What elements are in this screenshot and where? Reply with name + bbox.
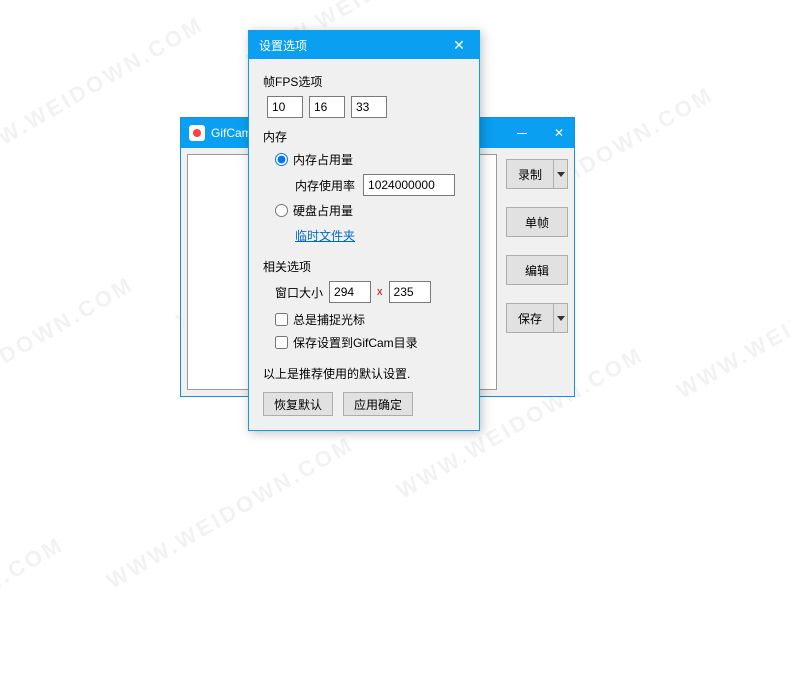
save-button[interactable]: 保存 xyxy=(506,303,568,333)
capture-cursor-row[interactable]: 总是捕捉光标 xyxy=(275,311,465,328)
edit-button[interactable]: 编辑 xyxy=(506,255,568,285)
record-button[interactable]: 录制 xyxy=(506,159,568,189)
settings-title: 设置选项 xyxy=(259,37,307,54)
disk-usage-label: 硬盘占用量 xyxy=(293,202,353,219)
chevron-down-icon xyxy=(557,316,565,321)
memory-usage-label: 内存占用量 xyxy=(293,151,353,168)
save-label: 保存 xyxy=(518,310,542,327)
memory-usage-input[interactable] xyxy=(363,174,455,196)
disk-usage-radio[interactable] xyxy=(275,204,288,217)
chevron-down-icon xyxy=(557,172,565,177)
edit-label: 编辑 xyxy=(525,262,549,279)
save-dir-label: 保存设置到GifCam目录 xyxy=(293,334,418,351)
width-input[interactable] xyxy=(329,281,371,303)
window-size-label: 窗口大小 xyxy=(275,284,323,301)
minimize-button[interactable] xyxy=(499,118,544,148)
settings-titlebar[interactable]: 设置选项 ✕ xyxy=(249,31,479,59)
fps-input-3[interactable] xyxy=(351,96,387,118)
fps-input-2[interactable] xyxy=(309,96,345,118)
fps-input-1[interactable] xyxy=(267,96,303,118)
related-section-label: 相关选项 xyxy=(263,258,465,275)
temp-folder-link[interactable]: 临时文件夹 xyxy=(295,227,355,244)
gifcam-sidebar: 录制 单帧 编辑 保存 xyxy=(506,159,568,351)
save-dir-checkbox[interactable] xyxy=(275,336,288,349)
save-dir-row[interactable]: 保存设置到GifCam目录 xyxy=(275,334,465,351)
disk-radio-row[interactable]: 硬盘占用量 xyxy=(275,202,465,219)
settings-close-button[interactable]: ✕ xyxy=(439,31,479,59)
frame-button[interactable]: 单帧 xyxy=(506,207,568,237)
record-label: 录制 xyxy=(518,166,542,183)
usage-rate-label: 内存使用率 xyxy=(295,177,355,194)
capture-cursor-label: 总是捕捉光标 xyxy=(293,311,365,328)
gifcam-title: GifCam xyxy=(211,126,252,140)
memory-section-label: 内存 xyxy=(263,128,465,145)
app-icon xyxy=(189,125,205,141)
save-dropdown[interactable] xyxy=(553,304,567,332)
close-button[interactable]: ✕ xyxy=(544,118,574,148)
apply-ok-button[interactable]: 应用确定 xyxy=(343,392,413,416)
fps-section-label: 帧FPS选项 xyxy=(263,73,465,90)
frame-label: 单帧 xyxy=(525,214,549,231)
x-separator: x xyxy=(377,286,383,298)
restore-defaults-button[interactable]: 恢复默认 xyxy=(263,392,333,416)
footer-note: 以上是推荐使用的默认设置. xyxy=(263,365,465,382)
memory-usage-radio[interactable] xyxy=(275,153,288,166)
settings-dialog: 设置选项 ✕ 帧FPS选项 内存 内存占用量 内存使用率 硬盘占用量 临时文件夹 xyxy=(248,30,480,431)
height-input[interactable] xyxy=(389,281,431,303)
capture-cursor-checkbox[interactable] xyxy=(275,313,288,326)
memory-radio-row[interactable]: 内存占用量 xyxy=(275,151,465,168)
record-dropdown[interactable] xyxy=(553,160,567,188)
